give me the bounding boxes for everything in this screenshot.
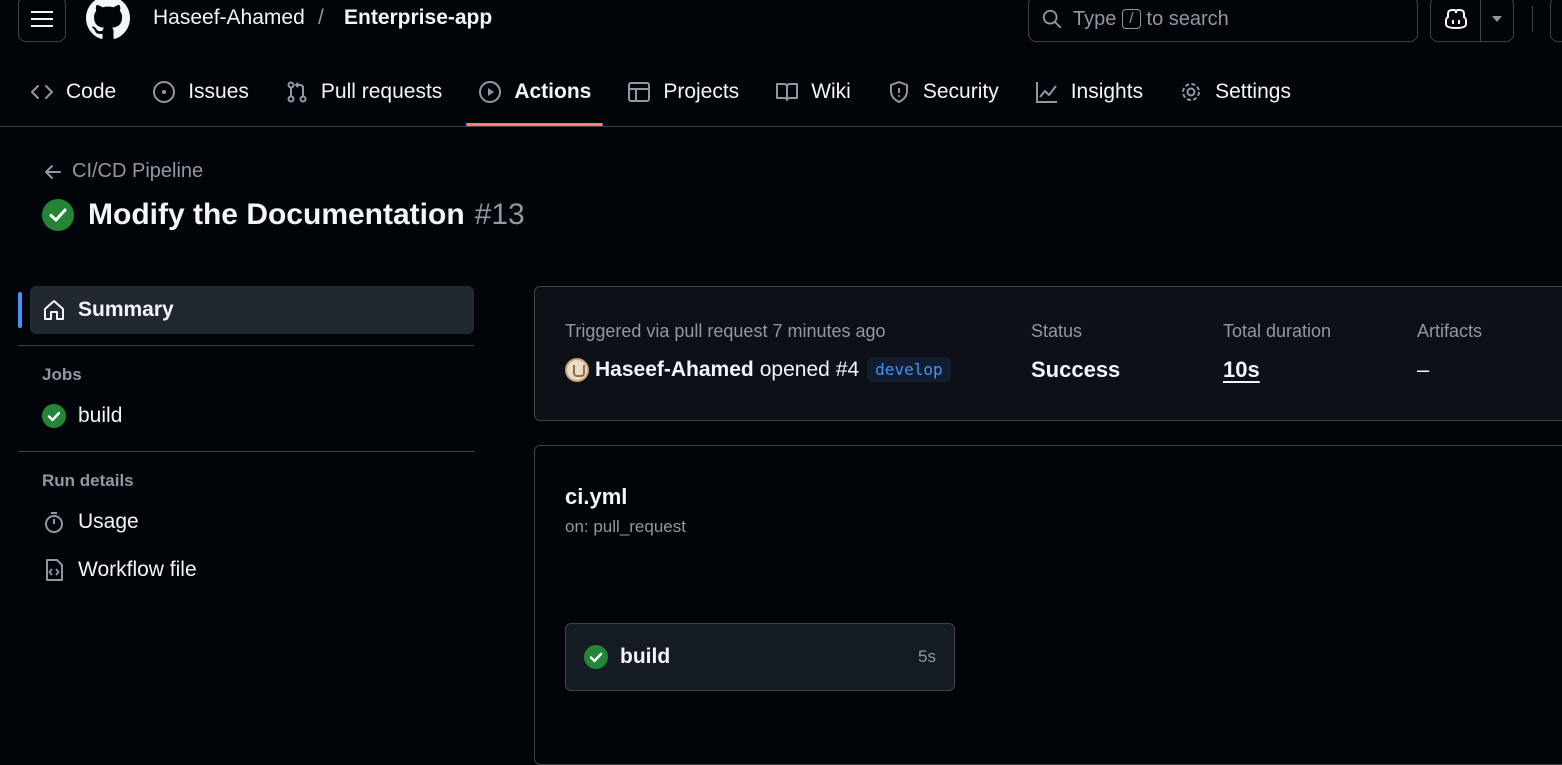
trigger-label: Triggered via pull request 7 minutes ago xyxy=(565,321,886,341)
copilot-dropdown-button[interactable] xyxy=(1481,0,1513,41)
menu-button[interactable] xyxy=(18,0,66,42)
tab-label: Wiki xyxy=(811,80,851,103)
avatar[interactable] xyxy=(565,357,589,382)
branch-badge[interactable]: develop xyxy=(867,357,951,382)
gear-icon xyxy=(1182,83,1201,101)
page-title: Modify the Documentation #13 xyxy=(42,198,525,232)
sidebar-item-label: build xyxy=(78,404,123,427)
job-card-build[interactable]: build 5s xyxy=(565,623,955,691)
graph-icon xyxy=(1035,82,1057,103)
sidebar-item-summary[interactable]: Summary xyxy=(18,286,474,334)
header-divider xyxy=(1532,6,1533,32)
run-summary-panel: Triggered via pull request 7 minutes ago… xyxy=(534,286,1562,421)
search-placeholder-prefix: Type xyxy=(1073,7,1117,30)
duration-label: Total duration xyxy=(1223,321,1332,341)
breadcrumb-separator: / xyxy=(318,6,324,29)
artifacts-label: Artifacts xyxy=(1417,321,1483,341)
copilot-button-group[interactable] xyxy=(1430,0,1514,42)
workflow-graph-panel: ci.yml on: pull_request build 5s xyxy=(534,445,1562,765)
trigger-action: opened xyxy=(759,357,830,381)
book-icon xyxy=(776,83,799,101)
tab-projects[interactable]: Projects xyxy=(627,74,739,110)
tab-label: Settings xyxy=(1215,80,1291,103)
tab-security[interactable]: Security xyxy=(887,74,999,110)
shield-icon xyxy=(889,81,908,103)
search-icon xyxy=(1042,9,1062,29)
trigger-details: Haseef-Ahamed opened #4 develop xyxy=(565,357,951,382)
sidebar-item-job-build[interactable]: build xyxy=(18,392,474,440)
table-icon xyxy=(628,82,651,102)
stopwatch-icon xyxy=(45,512,63,533)
play-icon xyxy=(479,81,502,103)
tab-label: Actions xyxy=(514,80,592,103)
back-to-workflow-link[interactable]: CI/CD Pipeline xyxy=(44,160,203,183)
duration-link[interactable]: 10s xyxy=(1223,357,1260,383)
tab-label: Issues xyxy=(188,80,249,103)
sidebar-item-usage[interactable]: Usage xyxy=(18,498,474,546)
status-label: Status xyxy=(1031,321,1083,341)
search-placeholder-suffix: to search xyxy=(1146,7,1229,30)
copilot-icon xyxy=(1444,9,1467,30)
home-icon xyxy=(44,300,64,320)
repo-link[interactable]: Enterprise-app xyxy=(344,6,492,30)
run-sidebar: Summary Jobs build Run details Usage Wor… xyxy=(18,286,474,594)
github-logo-icon[interactable] xyxy=(86,0,130,40)
repo-tabs: Code Issues Pull requests Actions Projec… xyxy=(30,74,1327,126)
copilot-button[interactable] xyxy=(1431,0,1481,41)
owner-link[interactable]: Haseef-Ahamed xyxy=(153,6,305,30)
sidebar-item-label: Workflow file xyxy=(78,558,197,581)
tab-code[interactable]: Code xyxy=(30,74,116,110)
workflow-file-name: ci.yml xyxy=(565,484,628,509)
tab-insights[interactable]: Insights xyxy=(1035,74,1143,110)
job-duration: 5s xyxy=(918,647,936,666)
tab-pull-requests[interactable]: Pull requests xyxy=(285,74,442,110)
search-shortcut-key: / xyxy=(1122,9,1141,29)
sidebar-item-label: Usage xyxy=(78,510,139,533)
workflow-trigger: on: pull_request xyxy=(565,517,686,536)
sidebar-divider xyxy=(18,345,474,346)
tab-issues[interactable]: Issues xyxy=(152,74,249,110)
actor-link[interactable]: Haseef-Ahamed xyxy=(595,358,754,382)
tab-label: Insights xyxy=(1070,80,1144,103)
tab-settings[interactable]: Settings xyxy=(1179,74,1291,110)
pull-request-icon xyxy=(287,81,307,103)
tab-actions[interactable]: Actions xyxy=(466,74,604,126)
artifacts-value: – xyxy=(1417,357,1430,382)
search-input[interactable]: Type / to search xyxy=(1028,0,1418,42)
tab-label: Security xyxy=(922,80,999,103)
check-circle-icon xyxy=(42,404,66,428)
pull-request-link[interactable]: #4 xyxy=(836,358,859,382)
check-circle-icon xyxy=(42,199,74,231)
run-title: Modify the Documentation xyxy=(88,198,465,231)
triangle-down-icon xyxy=(1492,16,1502,22)
hamburger-icon xyxy=(31,11,53,27)
tab-wiki[interactable]: Wiki xyxy=(775,74,851,110)
tab-label: Pull requests xyxy=(320,80,443,103)
file-code-icon xyxy=(46,559,63,581)
header-edge-button[interactable] xyxy=(1550,0,1562,42)
check-circle-icon xyxy=(584,645,608,669)
issue-icon xyxy=(153,81,176,103)
arrow-left-icon xyxy=(45,164,61,179)
run-number: #13 xyxy=(474,198,525,231)
code-icon xyxy=(31,85,53,99)
status-value: Success xyxy=(1031,357,1121,382)
sidebar-item-workflow-file[interactable]: Workflow file xyxy=(18,546,474,594)
header: Haseef-Ahamed / Enterprise-app Type / to… xyxy=(0,0,1562,127)
sidebar-item-label: Summary xyxy=(78,298,174,321)
tab-label: Code xyxy=(66,80,117,103)
jobs-heading: Jobs xyxy=(42,365,82,384)
workflow-name: CI/CD Pipeline xyxy=(72,160,204,182)
tab-label: Projects xyxy=(663,80,740,103)
job-name: build xyxy=(620,645,671,668)
run-details-heading: Run details xyxy=(42,471,134,490)
sidebar-divider xyxy=(18,451,474,452)
